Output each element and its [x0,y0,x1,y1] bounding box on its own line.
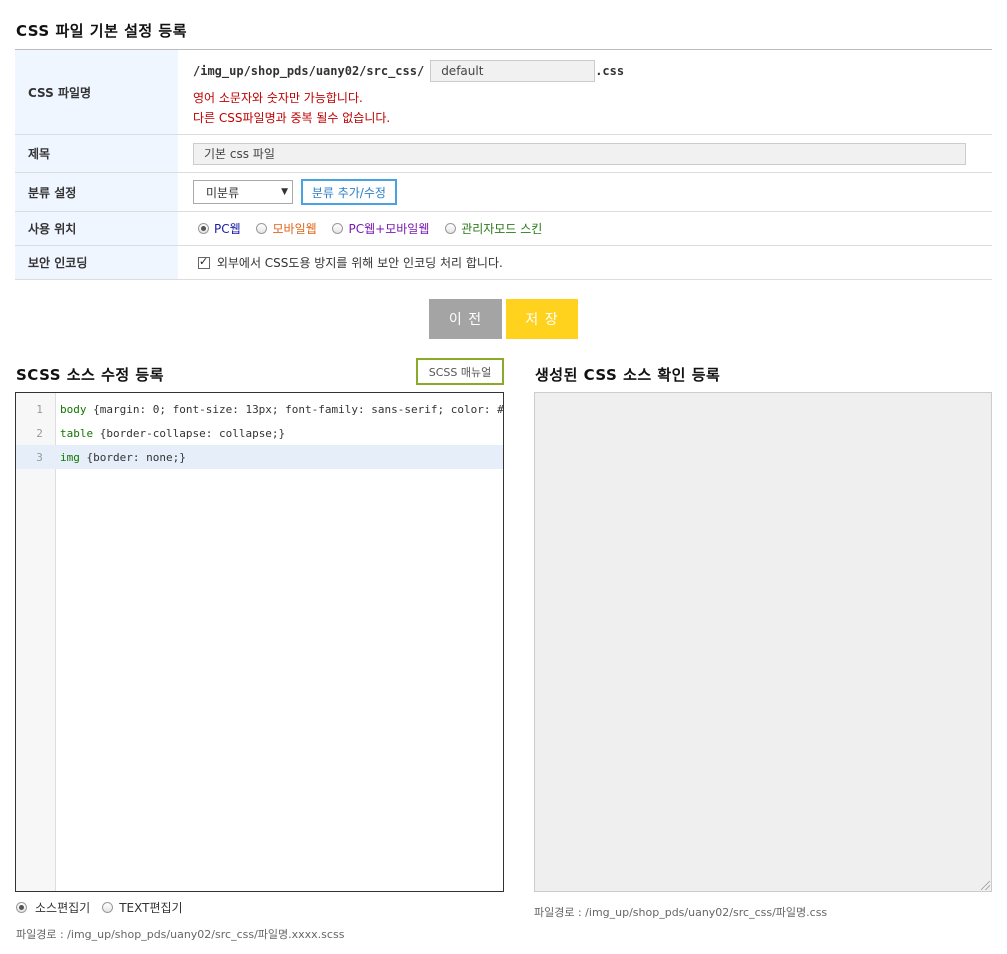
encoding-checkbox[interactable] [198,255,210,269]
scss-path-note: 파일경로 : /img_up/shop_pds/uany02/src_css/파… [16,928,345,941]
scss-code-editor[interactable]: 1 body {margin: 0; font-size: 13px; font… [15,392,504,892]
usage-option-pc-mobile[interactable]: PC웹+모바일웹 [332,221,445,236]
filename-suffix: .css [595,64,625,78]
css-settings-form: CSS 파일명 /img_up/shop_pds/uany02/src_css/… [15,49,992,280]
prev-button[interactable]: 이 전 [429,299,502,339]
title-label: 제목 [15,134,178,173]
filename-label: CSS 파일명 [15,49,178,135]
filename-input[interactable] [430,60,596,82]
save-button[interactable]: 저 장 [506,299,578,339]
section-title: CSS 파일 기본 설정 등록 [16,22,188,40]
path-prefix: /img_up/shop_pds/uany02/src_css/ [193,64,425,78]
resize-handle-icon[interactable] [981,881,990,890]
radio-icon[interactable] [102,902,114,913]
css-preview-title: 생성된 CSS 소스 확인 등록 [535,366,721,384]
mode-option-text-editor[interactable]: TEXT편집기 [102,899,194,916]
editor-mode-options: 소스편집기 TEXT편집기 [16,899,195,916]
filename-note-2: 다른 CSS파일명과 중복 될수 없습니다. [193,111,391,125]
scss-section-title: SCSS 소스 수정 등록 [16,366,164,384]
scss-manual-button[interactable]: SCSS 매뉴얼 [416,358,504,385]
usage-option-pc[interactable]: PC웹 [198,221,256,236]
code-line[interactable]: 2 table {border-collapse: collapse;} [16,421,503,445]
radio-icon[interactable] [198,223,209,234]
encoding-label: 보안 인코딩 [15,245,178,280]
encoding-checkbox-label: 외부에서 CSS도용 방지를 위해 보안 인코딩 처리 합니다. [216,256,503,270]
css-path-note: 파일경로 : /img_up/shop_pds/uany02/src_css/파… [534,906,828,919]
title-input[interactable] [193,142,966,165]
code-line-active[interactable]: 3 img {border: none;} [16,445,503,469]
mode-option-source-editor[interactable]: 소스편집기 [16,899,102,916]
category-edit-button[interactable]: 분류 추가/수정 [300,179,397,205]
radio-icon[interactable] [332,223,344,234]
code-line[interactable]: 1 body {margin: 0; font-size: 13px; font… [16,397,503,421]
usage-option-admin-skin[interactable]: 관리자모드 스킨 [445,221,554,236]
radio-icon[interactable] [445,223,457,234]
radio-icon[interactable] [16,902,27,913]
category-select[interactable]: 미분류 ▼ [193,180,293,204]
dropdown-arrow-icon: ▼ [281,187,288,197]
usage-option-mobile[interactable]: 모바일웹 [256,221,332,236]
category-selected-value: 미분류 [206,185,240,200]
filename-note-1: 영어 소문자와 숫자만 가능합니다. [193,91,363,105]
css-preview-textarea[interactable] [534,392,992,892]
category-label: 분류 설정 [15,172,178,212]
usage-label: 사용 위치 [15,211,178,246]
radio-icon[interactable] [256,223,268,234]
